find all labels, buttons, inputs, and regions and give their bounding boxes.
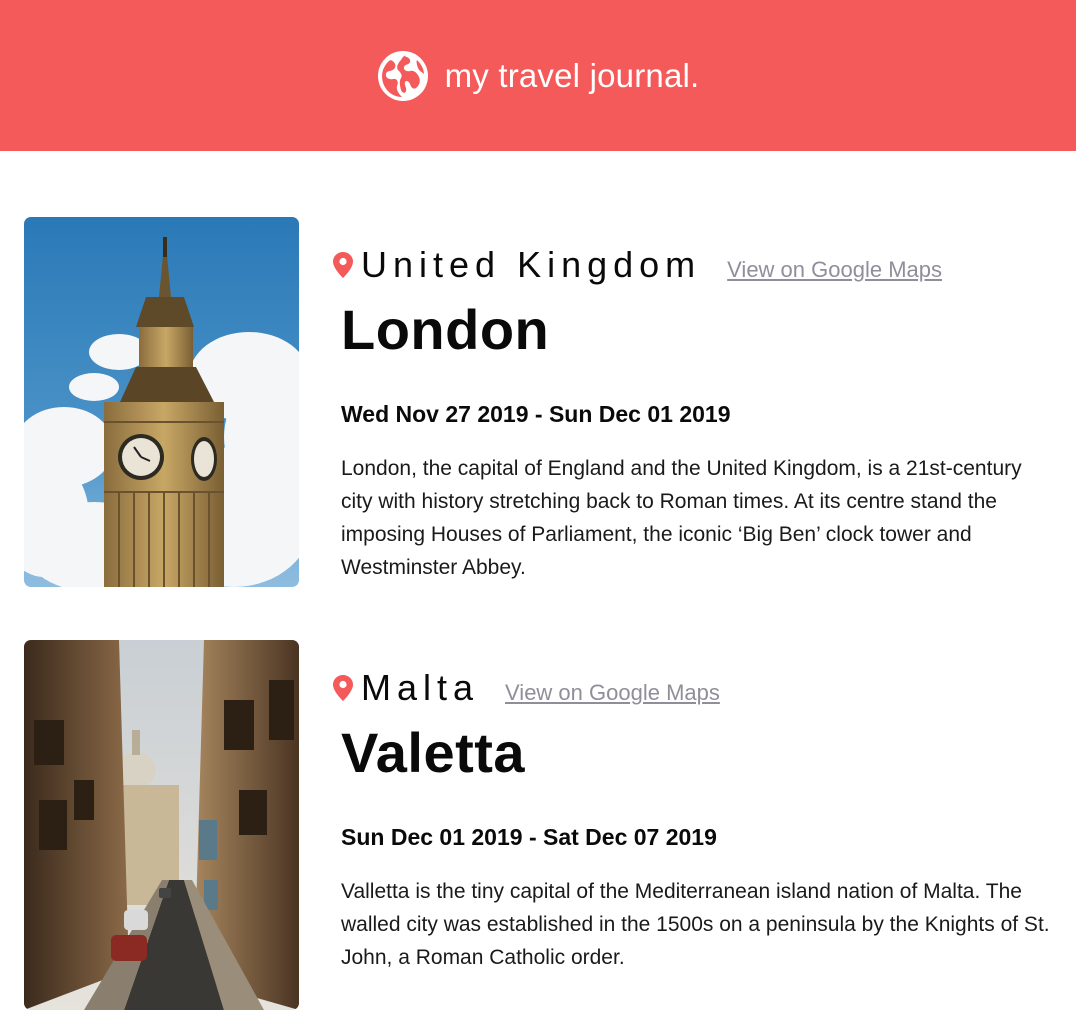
- location-pin-icon: [333, 252, 353, 278]
- app-header: my travel journal.: [0, 0, 1076, 151]
- big-ben-photo: [24, 217, 299, 587]
- city-title: Valetta: [341, 721, 526, 784]
- entry-description: Valletta is the tiny capital of the Medi…: [341, 880, 1050, 969]
- valletta-street-photo: [24, 640, 299, 1010]
- location-row: Malta View on Google Maps: [333, 667, 720, 709]
- app-title: my travel journal.: [444, 56, 700, 94]
- trip-dates: Sun Dec 01 2019 - Sat Dec 07 2019: [341, 824, 717, 850]
- location-pin-icon: [333, 675, 353, 701]
- view-on-google-maps-link[interactable]: View on Google Maps: [505, 680, 720, 706]
- globe-icon: [377, 50, 428, 101]
- city-title: London: [341, 298, 550, 361]
- location-row: United Kingdom View on Google Maps: [333, 244, 942, 286]
- trip-dates: Wed Nov 27 2019 - Sun Dec 01 2019: [341, 401, 731, 427]
- entry-description: London, the capital of England and the U…: [341, 457, 1022, 579]
- country-name: Malta: [361, 667, 480, 708]
- view-on-google-maps-link[interactable]: View on Google Maps: [727, 257, 942, 283]
- country-name: United Kingdom: [361, 244, 702, 285]
